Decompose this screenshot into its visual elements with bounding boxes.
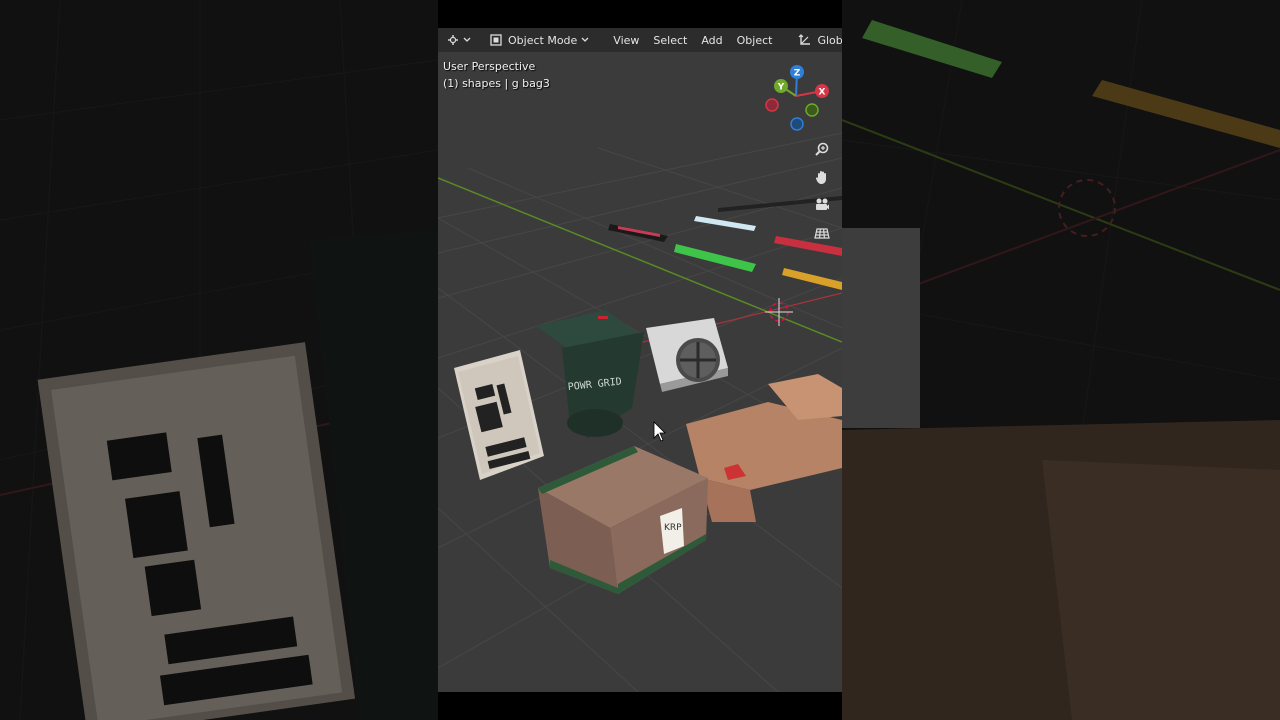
neg-x-axis-handle[interactable]: [765, 98, 779, 112]
left-background-veil: [0, 0, 438, 720]
ortho-toggle-button[interactable]: [811, 222, 833, 244]
x-axis-label: X: [819, 88, 826, 98]
transform-orientation-dropdown[interactable]: Global: [793, 30, 842, 50]
navigation-gizmo[interactable]: Z Y X: [760, 62, 836, 134]
grid-ortho-icon: [814, 228, 830, 239]
chevron-down-icon: [581, 37, 589, 42]
mouse-cursor: [653, 421, 666, 442]
y-axis-label: Y: [777, 83, 785, 93]
right-background-veil: [842, 0, 1280, 720]
object-mode-dropdown[interactable]: Object Mode: [484, 30, 594, 50]
left-background-blur: [0, 0, 438, 720]
object-mode-label: Object Mode: [508, 33, 578, 47]
transform-orientation-label: Global: [817, 33, 842, 47]
3d-viewport-icon: [448, 35, 471, 45]
3d-cursor: [765, 298, 793, 326]
3d-viewport[interactable]: POWR GRID KRP User Perspective (1) shape…: [438, 28, 842, 692]
neg-y-axis-handle[interactable]: [805, 103, 819, 117]
collection-label: (1) shapes | g bag3: [443, 77, 550, 90]
zoom-icon: [815, 142, 829, 156]
neg-z-axis-handle[interactable]: [790, 117, 804, 131]
pan-button[interactable]: [811, 166, 833, 188]
cardboard-box-model: KRP: [538, 446, 708, 594]
blender-window: POWR GRID KRP User Perspective (1) shape…: [438, 0, 842, 720]
menu-select[interactable]: Select: [648, 30, 692, 50]
viewport-header: Object Mode View Select Add Object Globa…: [438, 28, 842, 52]
camera-view-button[interactable]: [811, 194, 833, 216]
zoom-button[interactable]: [811, 138, 833, 160]
box-tag-label: KRP: [664, 523, 682, 533]
sign-board-model: [454, 350, 544, 480]
object-mode-icon: [490, 34, 502, 46]
transform-orientation-icon: [799, 34, 811, 45]
editor-type-button[interactable]: [442, 30, 478, 50]
perspective-label: User Perspective: [443, 60, 536, 73]
menu-view[interactable]: View: [608, 30, 644, 50]
menu-add[interactable]: Add: [696, 30, 727, 50]
open-cardboard-box-model: [686, 374, 842, 522]
ac-unit-model: [646, 318, 728, 392]
letterbox-bottom: [438, 692, 842, 720]
menu-object[interactable]: Object: [732, 30, 778, 50]
trash-bin-model: POWR GRID: [536, 310, 644, 438]
right-background-blur: [842, 0, 1280, 720]
camera-icon: [816, 198, 829, 210]
z-axis-label: Z: [794, 69, 801, 79]
hand-pan-icon: [815, 171, 826, 184]
